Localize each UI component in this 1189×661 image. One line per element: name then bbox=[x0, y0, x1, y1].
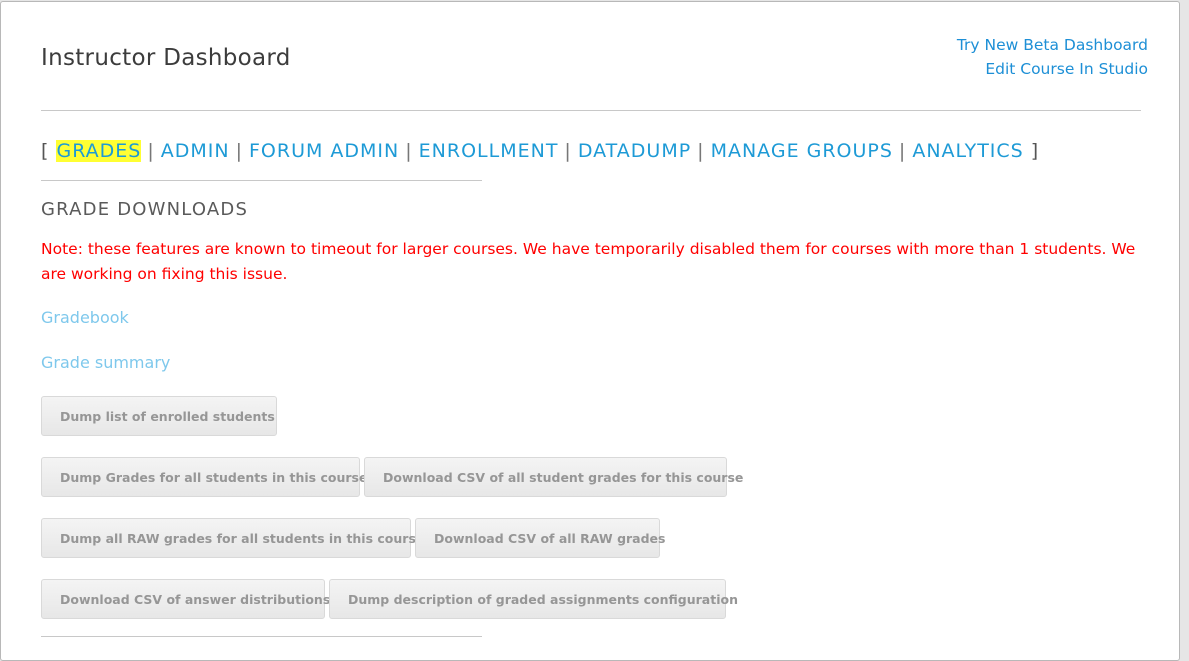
tab-analytics[interactable]: ANALYTICS bbox=[912, 140, 1023, 162]
tabs-divider bbox=[41, 180, 482, 181]
grade-summary-link[interactable]: Grade summary bbox=[41, 353, 170, 372]
dump-grades-button[interactable]: Dump Grades for all students in this cou… bbox=[41, 457, 367, 497]
section-bottom-divider bbox=[41, 636, 482, 637]
section-title: GRADE DOWNLOADS bbox=[41, 199, 249, 220]
tab-manage-groups[interactable]: MANAGE GROUPS bbox=[711, 140, 893, 162]
tab-separator: | bbox=[697, 140, 705, 162]
edit-course-in-studio-link[interactable]: Edit Course In Studio bbox=[957, 57, 1148, 81]
tab-enrollment[interactable]: ENROLLMENT bbox=[419, 140, 559, 162]
gradebook-link[interactable]: Gradebook bbox=[41, 308, 129, 327]
tab-separator: | bbox=[405, 140, 413, 162]
tab-separator: | bbox=[235, 140, 243, 162]
page-title: Instructor Dashboard bbox=[41, 45, 291, 71]
tabs-close-bracket: ] bbox=[1030, 140, 1040, 162]
header-links: Try New Beta Dashboard Edit Course In St… bbox=[957, 33, 1148, 81]
section-tabs: [ GRADES | ADMIN | FORUM ADMIN | ENROLLMENT | DA… bbox=[41, 140, 1039, 162]
tab-separator: | bbox=[147, 140, 155, 162]
dump-raw-grades-button[interactable]: Dump all RAW grades for all students in … bbox=[41, 518, 424, 558]
timeout-warning-note: Note: these features are known to timeou… bbox=[41, 240, 1136, 283]
dump-graded-assignments-config-button[interactable]: Dump description of graded assignments c… bbox=[329, 579, 738, 619]
download-csv-answer-distributions-button[interactable]: Download CSV of answer distributions bbox=[41, 579, 330, 619]
tab-admin[interactable]: ADMIN bbox=[161, 140, 230, 162]
tabs-open-bracket: [ bbox=[41, 140, 50, 162]
tab-separator: | bbox=[564, 140, 572, 162]
tab-separator: | bbox=[898, 140, 907, 162]
dump-enrolled-students-button[interactable]: Dump list of enrolled students bbox=[41, 396, 277, 436]
download-csv-student-grades-button[interactable]: Download CSV of all student grades for t… bbox=[364, 457, 743, 497]
tab-grades[interactable]: GRADES bbox=[56, 140, 142, 162]
tab-datadump[interactable]: DATADUMP bbox=[578, 140, 691, 162]
try-beta-dashboard-link[interactable]: Try New Beta Dashboard bbox=[957, 33, 1148, 57]
header-divider bbox=[41, 110, 1141, 111]
tab-forum-admin[interactable]: FORUM ADMIN bbox=[249, 140, 399, 162]
download-csv-raw-grades-button[interactable]: Download CSV of all RAW grades bbox=[415, 518, 665, 558]
instructor-dashboard-panel: Instructor Dashboard Try New Beta Dashbo… bbox=[0, 1, 1180, 661]
